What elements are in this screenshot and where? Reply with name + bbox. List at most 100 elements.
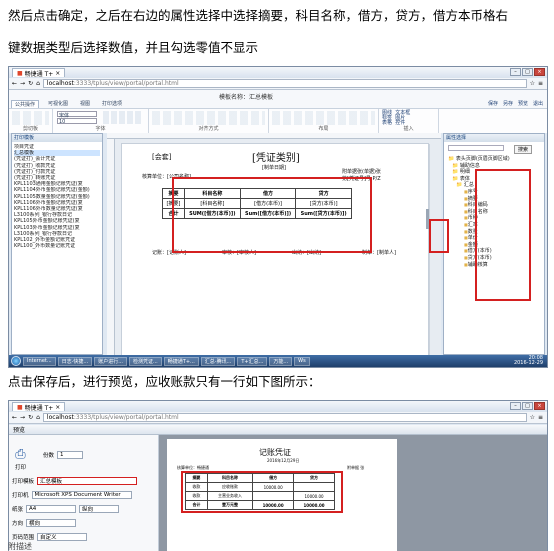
ribbon-tabs: 公共操作 可视化图 视图 打印选项 (11, 100, 125, 108)
font-size-select[interactable]: 10 (57, 118, 97, 125)
page-range-select[interactable]: 自定义 (37, 533, 88, 541)
clock-date: 2016-12-29 (513, 360, 543, 366)
taskbar-item[interactable]: 账户进行... (94, 356, 127, 366)
copies-input[interactable]: 1 (57, 451, 84, 459)
forward-icon[interactable]: → (20, 414, 25, 421)
highlight-splitter-box (429, 219, 449, 253)
star-icon[interactable]: ☆ (530, 414, 535, 421)
browser-tab-title: 畅捷通 T+ (24, 70, 54, 78)
reload-icon[interactable]: ↻ (28, 414, 33, 421)
preview-attachments: 附单据 张 (347, 465, 365, 470)
property-search-input[interactable] (448, 145, 504, 151)
menu-icon[interactable]: ≡ (538, 80, 543, 87)
printer-row: 打印机 Microsoft XPS Document Writer (12, 491, 132, 499)
template-select[interactable]: 汇总模板 (37, 477, 138, 485)
home-icon[interactable]: ⌂ (36, 80, 40, 87)
forward-icon[interactable]: → (20, 80, 25, 87)
reload-icon[interactable]: ↻ (28, 80, 33, 87)
ribbon-toolbar: 模板名称：汇总模板 公共操作 可视化图 视图 打印选项 保存 另存 预览 退出 … (9, 90, 547, 133)
taskbar-item[interactable]: 畅捷通T+... (163, 356, 199, 366)
highlight-preview-table-box (181, 471, 343, 513)
clipboard-group: 剪切板 (9, 109, 53, 133)
minimize-button[interactable]: – (510, 402, 521, 410)
url-path: :3333/tplus/view/portal/portal.html (73, 80, 179, 87)
windows-taskbar: Internet... 日志-快捷... 账户进行... 检测凭证... 畅捷通… (9, 355, 547, 367)
tab-visual[interactable]: 可视化图 (45, 100, 71, 108)
taskbar-item[interactable]: Internet... (23, 356, 56, 366)
save-button[interactable]: 保存 (488, 100, 498, 107)
preview-voucher-title: 记账凭证 (259, 448, 291, 457)
preview-area: 记账凭证 2016年12月29日 核算单位：畅捷通 附单据 张 摘要 科目名称 … (159, 435, 547, 551)
tab-view[interactable]: 视图 (77, 100, 93, 108)
highlight-table-box (172, 177, 372, 253)
taskbar-item[interactable]: 万能... (269, 356, 293, 366)
preview-dialog-title: 预览 (9, 425, 547, 435)
article-paragraph-1-line-2: 键数据类型后选择数值，并且勾选零值不显示 (8, 40, 259, 55)
url-host: localhost (46, 414, 74, 421)
paper-select[interactable]: A4 (26, 505, 77, 513)
insert-group: 图线 文本框 标签 图片 表格 控件 插入 (379, 109, 439, 133)
font-group: 宋体 10 字体 (53, 109, 149, 133)
url-host: localhost (46, 80, 74, 87)
browser-titlebar: ■ 畅捷通 T+ × – □ × (9, 401, 547, 412)
close-window-button[interactable]: × (534, 402, 545, 410)
address-bar: ← → ↻ ⌂ localhost :3333/tplus/view/porta… (9, 78, 547, 90)
font-name-select[interactable]: 宋体 (57, 111, 97, 119)
print-button[interactable]: ⎙ 打印 (15, 447, 26, 471)
designer-screenshot: ■ 畅捷通 T+ × – □ × ← → ↻ ⌂ localhost :3333… (8, 66, 548, 368)
tab-print-options[interactable]: 打印选项 (99, 100, 125, 108)
close-icon[interactable]: × (55, 70, 60, 77)
window-controls: – □ × (510, 68, 545, 76)
back-icon[interactable]: ← (12, 414, 17, 421)
back-icon[interactable]: ← (12, 80, 17, 87)
voucher-date-field[interactable]: [制单日期] (262, 164, 286, 171)
window-controls: – □ × (510, 402, 545, 410)
browser-tab[interactable]: ■ 畅捷通 T+ × (12, 402, 66, 412)
print-settings-panel: ⎙ 打印 份数 1 打印模板 汇总模板 打印机 Microsoft XPS Do… (9, 435, 159, 551)
home-icon[interactable]: ⌂ (36, 414, 40, 421)
ribbon-groups: 剪切板 宋体 10 字体 对齐方式 布局 图线 文本框 标签 图片 表格 控件 … (9, 108, 547, 133)
star-icon[interactable]: ☆ (530, 80, 535, 87)
printer-icon: ⎙ (15, 447, 26, 462)
property-search-button[interactable]: 搜索 (513, 145, 532, 154)
voucher-title[interactable]: [凭证类别] (252, 149, 300, 164)
tree-item[interactable]: KPL100_外币数量记账凭证 (14, 243, 100, 249)
direction-select[interactable]: 横向 (26, 519, 77, 527)
taskbar-item[interactable]: 汇总-腾讯... (200, 356, 236, 366)
exit-button[interactable]: 退出 (533, 100, 543, 107)
start-button[interactable] (11, 356, 21, 366)
preview-screenshot: ■ 畅捷通 T+ × – □ × ← → ↻ ⌂ localhost :3333… (8, 400, 548, 551)
attachments-field[interactable]: 附单据张(单据)张 (342, 168, 381, 175)
tplus-logo-icon: ■ (17, 403, 23, 411)
article-paragraph-2: 点击保存后，进行预览，应收账款只有一行如下图所示： (8, 374, 321, 389)
maximize-button[interactable]: □ (522, 68, 533, 76)
close-window-button[interactable]: × (534, 68, 545, 76)
url-field[interactable]: localhost :3333/tplus/view/portal/portal… (42, 79, 527, 88)
alignment-group: 对齐方式 (149, 109, 269, 133)
article-cut-text: 附描述 (8, 542, 32, 551)
browser-titlebar: ■ 畅捷通 T+ × – □ × (9, 67, 547, 78)
taskbar-item[interactable]: 日志-快捷... (57, 356, 93, 366)
highlight-fields-box (475, 169, 531, 301)
taskbar-item[interactable]: Ws (294, 356, 310, 366)
orientation-select[interactable]: 纵向 (79, 505, 120, 513)
unit-tag[interactable]: [会套] (152, 152, 171, 162)
close-icon[interactable]: × (55, 404, 60, 411)
tree-item[interactable]: KPL1105数量金额记账凭证(金额) (14, 194, 100, 200)
tree-item[interactable]: KPL1104外币金额记账凭证(金额) (14, 187, 100, 193)
preview-button[interactable]: 预览 (518, 100, 528, 107)
taskbar-item[interactable]: T+汇总... (237, 356, 268, 366)
taskbar-item[interactable]: 检测凭证... (128, 356, 162, 366)
printer-select[interactable]: Microsoft XPS Document Writer (31, 491, 132, 499)
property-folder[interactable]: 📁 表头页脚(页眉页脚区域) (448, 156, 510, 163)
browser-tab[interactable]: ■ 畅捷通 T+ × (12, 68, 66, 78)
maximize-button[interactable]: □ (522, 402, 533, 410)
minimize-button[interactable]: – (510, 68, 521, 76)
article-paragraph-1-line-1: 然后点击确定，之后在右边的属性选择中选择摘要，科目名称，借方，贷方，借方本币格右 (8, 8, 509, 23)
url-field[interactable]: localhost :3333/tplus/view/portal/portal… (42, 413, 527, 422)
property-panel-title: 属性选择 (444, 134, 544, 142)
template-title: 模板名称：汇总模板 (219, 94, 274, 101)
menu-icon[interactable]: ≡ (538, 414, 543, 421)
tab-common[interactable]: 公共操作 (11, 100, 40, 108)
save-as-button[interactable]: 另存 (503, 100, 513, 107)
